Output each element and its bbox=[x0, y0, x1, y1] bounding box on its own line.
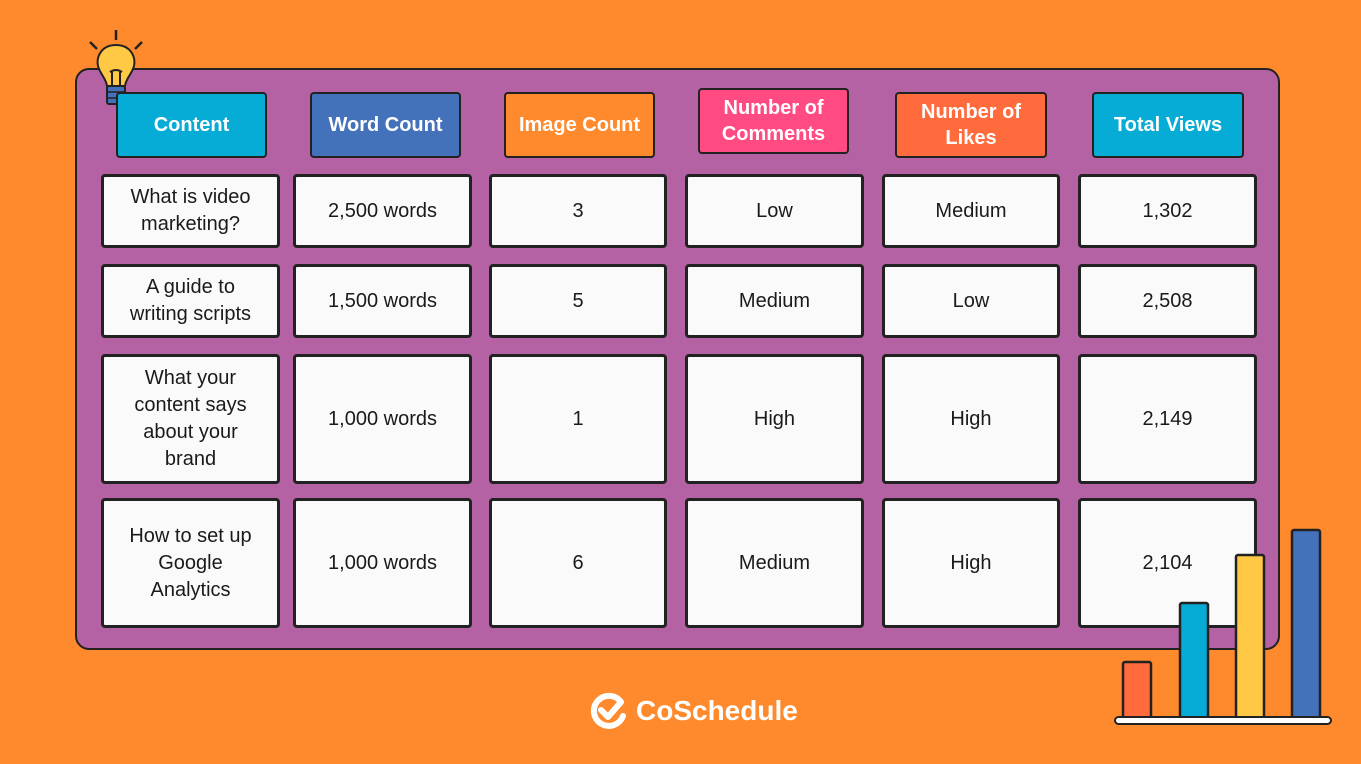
table-cell-likes: High bbox=[882, 498, 1060, 628]
table-cell-image-count: 1 bbox=[489, 354, 667, 484]
column-header: Content bbox=[116, 92, 267, 158]
table-cell-likes: Low bbox=[882, 264, 1060, 338]
check-circle-icon bbox=[590, 692, 626, 729]
deco-bar-3 bbox=[1234, 553, 1266, 722]
deco-bar-1 bbox=[1121, 660, 1153, 722]
table-cell-comments: Medium bbox=[685, 498, 864, 628]
table-cell-image-count: 3 bbox=[489, 174, 667, 248]
column-header: Image Count bbox=[504, 92, 655, 158]
table-cell-image-count: 5 bbox=[489, 264, 667, 338]
table-cell-word-count: 1,000 words bbox=[293, 354, 472, 484]
table-cell-likes: High bbox=[882, 354, 1060, 484]
table-cell-views: 2,149 bbox=[1078, 354, 1257, 484]
table-cell-content: How to set up Google Analytics bbox=[101, 498, 280, 628]
table-cell-word-count: 1,500 words bbox=[293, 264, 472, 338]
table-cell-comments: Medium bbox=[685, 264, 864, 338]
column-header: Number of Likes bbox=[895, 92, 1047, 158]
bar-chart-icon bbox=[1114, 528, 1332, 725]
brand-logo: CoSchedule bbox=[590, 692, 798, 730]
deco-bar-2 bbox=[1178, 601, 1210, 722]
brand-name: CoSchedule bbox=[636, 695, 798, 726]
table-cell-comments: High bbox=[685, 354, 864, 484]
table-cell-views: 1,302 bbox=[1078, 174, 1257, 248]
deco-bar-4 bbox=[1290, 528, 1322, 722]
table-cell-content: What is video marketing? bbox=[101, 174, 280, 248]
table-cell-comments: Low bbox=[685, 174, 864, 248]
column-header: Total Views bbox=[1092, 92, 1244, 158]
table-cell-likes: Medium bbox=[882, 174, 1060, 248]
table-cell-image-count: 6 bbox=[489, 498, 667, 628]
column-header: Number of Comments bbox=[698, 88, 849, 154]
table-cell-word-count: 1,000 words bbox=[293, 498, 472, 628]
table-cell-content: What your content says about your brand bbox=[101, 354, 280, 484]
column-header: Word Count bbox=[310, 92, 461, 158]
table-cell-word-count: 2,500 words bbox=[293, 174, 472, 248]
table-cell-content: A guide to writing scripts bbox=[101, 264, 280, 338]
deco-baseline bbox=[1114, 716, 1332, 725]
table-cell-views: 2,508 bbox=[1078, 264, 1257, 338]
